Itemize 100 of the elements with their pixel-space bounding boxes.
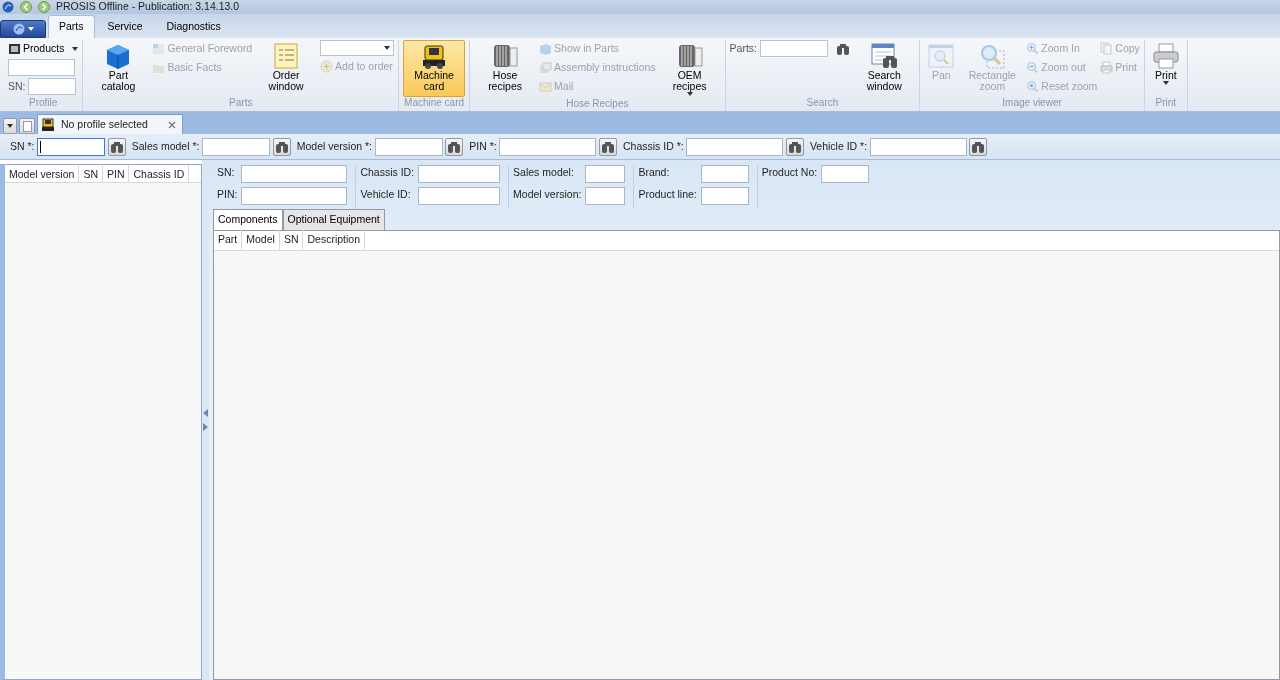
caret-icon xyxy=(384,46,391,50)
zoom-in-icon xyxy=(1026,42,1040,55)
ribbon-button[interactable]: Search window xyxy=(853,40,916,97)
field-label: Sales model: xyxy=(513,165,575,180)
field-label: PIN: xyxy=(217,187,238,202)
input-field[interactable] xyxy=(241,187,348,205)
parts-icon xyxy=(539,61,553,74)
ribbon-button[interactable]: OEM recipes xyxy=(658,40,721,98)
column-header[interactable]: Description xyxy=(303,230,365,251)
envelope-icon xyxy=(539,80,553,93)
tab[interactable]: Components xyxy=(213,209,283,230)
ribbon-button[interactable]: Order window xyxy=(255,40,318,97)
app-logo-icon xyxy=(2,1,14,13)
caret-icon xyxy=(7,124,13,128)
field-label: Model version *: xyxy=(296,138,372,154)
input-field[interactable] xyxy=(28,78,77,95)
column-header[interactable]: Part xyxy=(214,230,243,251)
list-icon xyxy=(272,42,301,70)
window-title: PROSIS Offline - Publication: 3.14.13.0 xyxy=(56,0,240,15)
document-icon xyxy=(152,42,166,55)
printer-icon xyxy=(1151,42,1180,70)
tab-menu-button[interactable] xyxy=(3,118,17,134)
page-icon xyxy=(22,120,32,132)
group-label: Search xyxy=(805,97,840,110)
input-field[interactable] xyxy=(37,137,106,156)
ribbon-button[interactable]: Print xyxy=(1148,40,1183,97)
ribbon-button[interactable]: Machine card xyxy=(403,40,466,97)
input-field[interactable] xyxy=(241,165,348,183)
field-label: Vehicle ID: xyxy=(360,187,412,202)
input-field[interactable] xyxy=(869,137,967,156)
search-button[interactable] xyxy=(445,137,464,156)
forward-icon[interactable] xyxy=(38,1,50,13)
tab-label: No profile selected xyxy=(61,116,148,132)
hose-reel-icon xyxy=(491,42,520,70)
tab[interactable]: Optional Equipment xyxy=(282,209,385,230)
column-header[interactable]: PIN xyxy=(102,165,130,182)
ribbon-button[interactable]: Part catalog xyxy=(87,40,150,97)
cube-icon xyxy=(539,42,553,55)
input-field[interactable] xyxy=(418,187,501,205)
field-label: Chassis ID: xyxy=(360,165,415,180)
field-label: SN: xyxy=(217,165,236,180)
field-label: PIN *: xyxy=(469,138,497,154)
field-label: Brand: xyxy=(638,165,671,180)
input-field[interactable] xyxy=(585,165,626,183)
search-button[interactable] xyxy=(272,137,291,156)
input-field[interactable] xyxy=(686,137,784,156)
group-label: Hose Recipes xyxy=(565,98,630,111)
field-label: Model version: xyxy=(513,187,582,202)
field-label: Product line: xyxy=(638,187,697,202)
document-tab[interactable]: No profile selected xyxy=(37,114,183,134)
app-logo-icon xyxy=(12,23,25,35)
field-label: Product No: xyxy=(761,165,818,180)
group-label: Print xyxy=(1154,97,1178,110)
search-button[interactable] xyxy=(969,137,988,156)
input-field[interactable] xyxy=(759,40,828,57)
close-icon[interactable] xyxy=(167,120,176,129)
binoculars-icon xyxy=(836,41,851,56)
caret-icon xyxy=(72,46,79,51)
copy-icon xyxy=(1100,42,1114,55)
group-label: Image viewer xyxy=(1001,97,1063,110)
dropdown-field[interactable] xyxy=(320,40,395,56)
field-label: Sales model *: xyxy=(131,138,200,154)
caret-icon xyxy=(27,27,34,31)
group-label: Machine card xyxy=(403,97,466,110)
zoom-out-icon xyxy=(1026,61,1040,74)
ribbon-tab[interactable]: Parts xyxy=(48,15,95,38)
input-field[interactable] xyxy=(499,137,597,156)
input-field[interactable] xyxy=(821,165,870,183)
column-header[interactable]: Model xyxy=(242,230,280,251)
rectangle-zoom-icon xyxy=(978,42,1007,70)
input-field[interactable] xyxy=(700,165,749,183)
back-icon[interactable] xyxy=(20,1,32,13)
ribbon-tab[interactable]: Diagnostics xyxy=(155,15,232,38)
input-field[interactable] xyxy=(374,137,443,156)
input-field[interactable] xyxy=(8,59,75,76)
products-dropdown[interactable]: Products xyxy=(8,40,79,57)
input-field[interactable] xyxy=(418,165,501,183)
column-header[interactable]: SN xyxy=(279,230,304,251)
group-label: Parts xyxy=(228,97,254,110)
magnifier-window-icon xyxy=(927,42,956,70)
search-button[interactable] xyxy=(598,137,617,156)
input-field[interactable] xyxy=(202,137,271,156)
plus-icon xyxy=(320,60,334,73)
products-icon xyxy=(8,42,21,55)
field-label: Chassis ID *: xyxy=(622,138,684,154)
search-button[interactable] xyxy=(107,137,126,156)
ribbon-button[interactable]: Hose recipes xyxy=(474,40,537,98)
app-menu-button[interactable] xyxy=(0,20,46,38)
group-label: Profile xyxy=(28,97,59,110)
printer-icon xyxy=(1100,61,1114,74)
column-header[interactable]: Model version xyxy=(5,165,80,182)
ribbon-tab[interactable]: Service xyxy=(96,15,154,38)
input-field[interactable] xyxy=(700,187,749,205)
field-label: Parts: xyxy=(729,40,758,56)
input-field[interactable] xyxy=(585,187,626,205)
search-button[interactable] xyxy=(785,137,804,156)
splitter-handle[interactable] xyxy=(202,160,209,680)
column-header[interactable]: SN xyxy=(79,165,103,182)
column-header[interactable]: Chassis ID xyxy=(129,165,190,182)
field-label: Vehicle ID *: xyxy=(809,138,868,154)
